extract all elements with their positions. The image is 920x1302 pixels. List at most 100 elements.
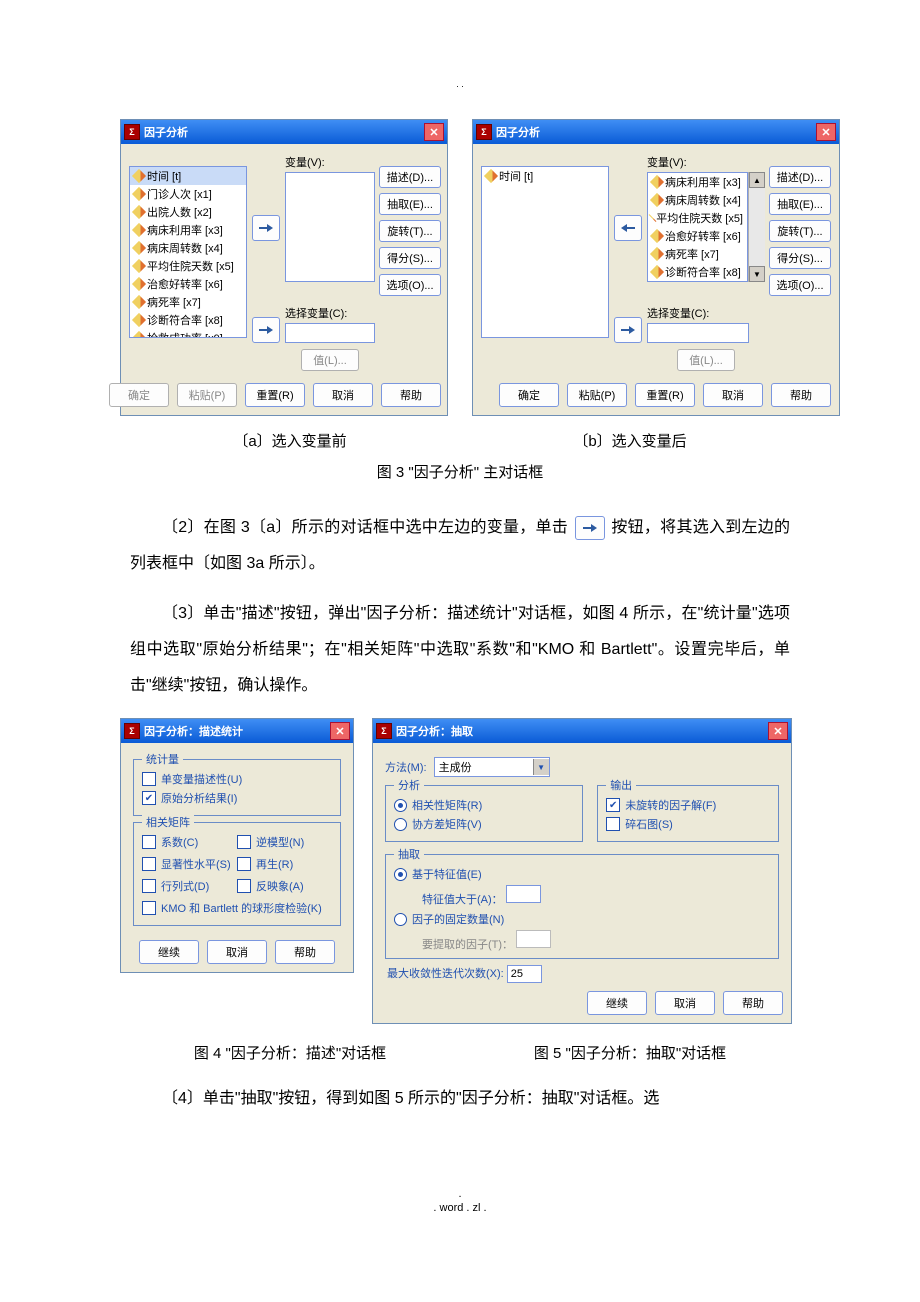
target-var-list[interactable]: 病床利用率 [x3] 病床周转数 [x4] 平均住院天数 [x5] 治愈好转率 … — [647, 172, 748, 282]
titlebar[interactable]: Σ因子分析：描述统计 ✕ — [121, 719, 353, 743]
footer: . . word . zl . — [0, 1187, 920, 1215]
describe-button[interactable]: 描述(D)... — [769, 166, 831, 188]
corrmat-radio[interactable]: 相关性矩阵(R) — [394, 797, 574, 813]
options-button[interactable]: 选项(O)... — [379, 274, 441, 296]
chevron-down-icon[interactable]: ▼ — [533, 759, 549, 775]
pencil-icon — [132, 205, 146, 219]
selection-var-input[interactable] — [647, 323, 749, 343]
list-item[interactable]: 出院人数 [x2] — [130, 203, 246, 221]
covmat-radio[interactable]: 协方差矩阵(V) — [394, 816, 574, 832]
inverse-check[interactable]: 逆模型(N) — [237, 834, 332, 850]
close-icon[interactable]: ✕ — [816, 123, 836, 141]
variables-label: 变量(V): — [647, 154, 765, 170]
maxiter-input[interactable]: 25 — [507, 965, 542, 983]
help-button[interactable]: 帮助 — [381, 383, 441, 407]
anti-check[interactable]: 反映象(A) — [237, 878, 332, 894]
pencil-icon — [484, 169, 498, 183]
univ-check[interactable]: 单变量描述性(U) — [142, 771, 332, 787]
eigen-gt-input[interactable] — [506, 885, 541, 903]
det-check[interactable]: 行列式(D) — [142, 878, 237, 894]
ok-button: 确定 — [109, 383, 169, 407]
reset-button[interactable]: 重置(R) — [245, 383, 305, 407]
list-item[interactable]: 病死率 [x7] — [648, 245, 747, 263]
rotate-button[interactable]: 旋转(T)... — [379, 220, 441, 242]
list-item[interactable]: 平均住院天数 [x5] — [130, 257, 246, 275]
move-sel-right-button[interactable] — [252, 317, 280, 343]
help-button[interactable]: 帮助 — [771, 383, 831, 407]
list-item[interactable]: 病床利用率 [x3] — [648, 173, 747, 191]
titlebar[interactable]: Σ因子分析 ✕ — [121, 120, 447, 144]
coef-check[interactable]: 系数(C) — [142, 834, 237, 850]
list-item[interactable]: 治愈好转率 [x6] — [130, 275, 246, 293]
extract-button[interactable]: 抽取(E)... — [379, 193, 441, 215]
scrollbar[interactable]: ▲ ▼ — [748, 172, 765, 282]
score-button[interactable]: 得分(S)... — [379, 247, 441, 269]
list-item[interactable]: 治愈好转率 [x6] — [648, 227, 747, 245]
eigen-radio[interactable]: 基于特征值(E) — [394, 866, 770, 882]
help-button[interactable]: 帮助 — [275, 940, 335, 964]
scroll-up-icon[interactable]: ▲ — [749, 172, 765, 188]
pencil-icon — [132, 169, 146, 183]
list-item[interactable]: 抢救成功率 [x9] — [648, 281, 747, 282]
reset-button[interactable]: 重置(R) — [635, 383, 695, 407]
list-item[interactable]: 病床周转数 [x4] — [130, 239, 246, 257]
initial-check[interactable]: ✔原始分析结果(I) — [142, 790, 332, 806]
method-combo[interactable]: 主成份 ▼ — [434, 757, 550, 777]
unrot-check[interactable]: ✔未旋转的因子解(F) — [606, 797, 770, 813]
continue-button[interactable]: 继续 — [587, 991, 647, 1015]
variables-label: 变量(V): — [285, 154, 375, 170]
sig-check[interactable]: 显著性水平(S) — [142, 856, 237, 872]
score-button[interactable]: 得分(S)... — [769, 247, 831, 269]
rotate-button[interactable]: 旋转(T)... — [769, 220, 831, 242]
list-item[interactable]: 诊断符合率 [x8] — [648, 263, 747, 281]
pencil-icon — [132, 241, 146, 255]
close-icon[interactable]: ✕ — [768, 722, 788, 740]
list-item[interactable]: 时间 [t] — [130, 167, 246, 185]
kmo-check[interactable]: KMO 和 Bartlett 的球形度检验(K) — [142, 900, 332, 916]
pencil-icon — [132, 313, 146, 327]
move-right-button[interactable] — [252, 215, 280, 241]
pencil-icon — [650, 229, 664, 243]
source-var-list[interactable]: 时间 [t] 门诊人次 [x1] 出院人数 [x2] 病床利用率 [x3] 病床… — [129, 166, 247, 338]
list-item[interactable]: 病死率 [x7] — [130, 293, 246, 311]
paste-button[interactable]: 粘贴(P) — [567, 383, 627, 407]
cancel-button[interactable]: 取消 — [207, 940, 267, 964]
titlebar[interactable]: Σ因子分析 ✕ — [473, 120, 839, 144]
factor-dialog-a: Σ因子分析 ✕ 时间 [t] 门诊人次 [x1] 出院人数 [x2] 病床利用率… — [120, 119, 448, 416]
list-item[interactable]: 抢救成功率 [x9] — [130, 329, 246, 338]
continue-button[interactable]: 继续 — [139, 940, 199, 964]
titlebar[interactable]: Σ因子分析：抽取 ✕ — [373, 719, 791, 743]
target-var-list[interactable] — [285, 172, 375, 282]
cancel-button[interactable]: 取消 — [313, 383, 373, 407]
list-item[interactable]: 时间 [t] — [482, 167, 608, 185]
list-item[interactable]: 诊断符合率 [x8] — [130, 311, 246, 329]
analyze-legend: 分析 — [394, 777, 424, 793]
top-dots: . . — [0, 80, 920, 89]
list-item[interactable]: 病床周转数 [x4] — [648, 191, 747, 209]
repro-check[interactable]: 再生(R) — [237, 856, 332, 872]
selection-var-label: 选择变量(C): — [285, 305, 375, 321]
para-2: 〔2〕在图 3〔a〕所示的对话框中选中左边的变量，单击 按钮，将其选入到左边的列… — [130, 510, 790, 582]
ok-button[interactable]: 确定 — [499, 383, 559, 407]
cancel-button[interactable]: 取消 — [703, 383, 763, 407]
help-button[interactable]: 帮助 — [723, 991, 783, 1015]
cancel-button[interactable]: 取消 — [655, 991, 715, 1015]
list-item[interactable]: 病床利用率 [x3] — [130, 221, 246, 239]
scroll-down-icon[interactable]: ▼ — [749, 266, 765, 282]
close-icon[interactable]: ✕ — [330, 722, 350, 740]
extract-button[interactable]: 抽取(E)... — [769, 193, 831, 215]
close-icon[interactable]: ✕ — [424, 123, 444, 141]
list-item[interactable]: 门诊人次 [x1] — [130, 185, 246, 203]
describe-button[interactable]: 描述(D)... — [379, 166, 441, 188]
fixed-radio[interactable]: 因子的固定数量(N) — [394, 911, 770, 927]
options-button[interactable]: 选项(O)... — [769, 274, 831, 296]
scree-check[interactable]: 碎石图(S) — [606, 816, 770, 832]
move-left-button[interactable] — [614, 215, 642, 241]
pencil-icon — [650, 265, 664, 279]
source-var-list[interactable]: 时间 [t] — [481, 166, 609, 338]
selection-var-input[interactable] — [285, 323, 375, 343]
extract-dialog: Σ因子分析：抽取 ✕ 方法(M): 主成份 ▼ 分析 相关性矩阵(R) 协方差矩… — [372, 718, 792, 1024]
output-legend: 输出 — [606, 777, 636, 793]
list-item[interactable]: 平均住院天数 [x5] — [648, 209, 747, 227]
move-sel-right-button[interactable] — [614, 317, 642, 343]
